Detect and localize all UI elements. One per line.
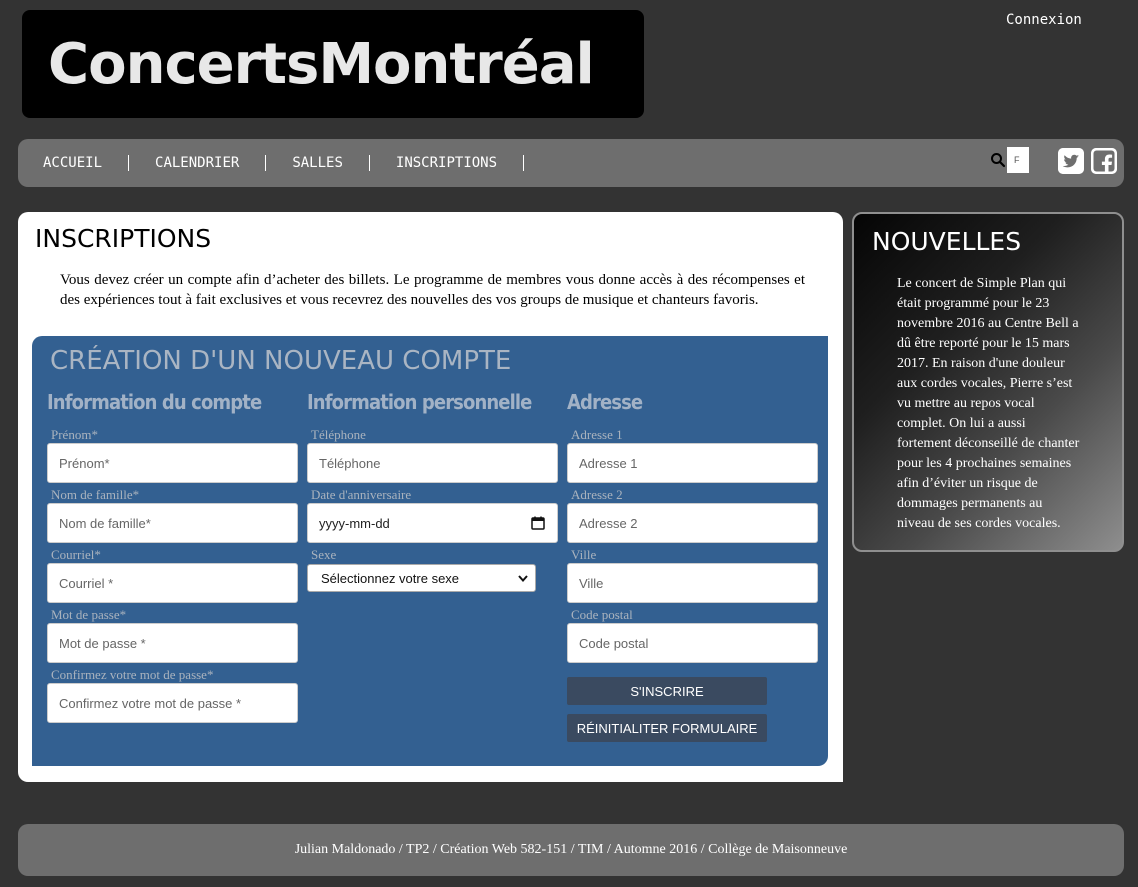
field-prenom: Prénom* — [47, 428, 299, 488]
field-label: Sexe — [311, 547, 337, 562]
nav-item-accueil[interactable]: ACCUEIL — [43, 155, 102, 171]
birthday-date-input[interactable]: yyyy-mm-dd — [307, 503, 558, 543]
search-icon[interactable] — [990, 152, 1006, 168]
footer-credits: Julian Maldonado / TP2 / Création Web 58… — [294, 842, 848, 857]
news-body: Le concert de Simple Plan qui était prog… — [897, 276, 1080, 531]
field-label: Code postal — [571, 607, 633, 622]
footer: Julian Maldonado / TP2 / Création Web 58… — [18, 824, 1124, 876]
telephone-input[interactable] — [307, 443, 558, 483]
field-label: Mot de passe* — [51, 607, 127, 622]
chevron-down-icon — [518, 575, 528, 583]
personal-info-column: Information personnelle Téléphone Date d… — [307, 388, 559, 608]
field-sexe: Sexe Sélectionnez votre sexe — [307, 548, 559, 608]
intro-paragraph: Vous devez créer un compte afin d’achete… — [60, 272, 805, 308]
address-column: Adresse Adresse 1 Adresse 2 Ville Code p… — [567, 388, 819, 742]
nav-menu: ACCUEIL CALENDRIER SALLES INSCRIPTIONS — [43, 139, 550, 187]
account-info-heading: Information du compte — [47, 390, 262, 414]
nom-famille-input[interactable] — [47, 503, 298, 543]
logo-text: ConcertsMontréal — [48, 32, 595, 97]
field-adresse-1: Adresse 1 — [567, 428, 819, 488]
field-code-postal: Code postal — [567, 608, 819, 668]
adresse-2-input[interactable] — [567, 503, 818, 543]
news-title: NOUVELLES — [872, 227, 1022, 256]
news-panel: NOUVELLES Le concert de Simple Plan qui … — [852, 212, 1124, 552]
search-input[interactable] — [1007, 147, 1029, 173]
mot-de-passe-input[interactable] — [47, 623, 298, 663]
registration-form: CRÉATION D'UN NOUVEAU COMPTE Information… — [32, 336, 828, 766]
adresse-1-input[interactable] — [567, 443, 818, 483]
field-mot-de-passe: Mot de passe* — [47, 608, 299, 668]
code-postal-input[interactable] — [567, 623, 818, 663]
nav-item-salles[interactable]: SALLES — [292, 155, 343, 171]
account-info-column: Information du compte Prénom* Nom de fam… — [47, 388, 299, 728]
field-label: Adresse 1 — [571, 427, 623, 442]
site-logo[interactable]: ConcertsMontréal — [22, 10, 644, 118]
field-confirm-password: Confirmez votre mot de passe* — [47, 668, 299, 728]
field-telephone: Téléphone — [307, 428, 559, 488]
nav-item-calendrier[interactable]: CALENDRIER — [155, 155, 239, 171]
nav-divider — [128, 155, 130, 171]
field-nom-famille: Nom de famille* — [47, 488, 299, 548]
submit-button[interactable]: S'INSCRIRE — [567, 677, 767, 705]
field-label: Nom de famille* — [51, 487, 140, 502]
field-label: Téléphone — [311, 427, 366, 442]
ville-input[interactable] — [567, 563, 818, 603]
main-navigation: ACCUEIL CALENDRIER SALLES INSCRIPTIONS — [18, 139, 1124, 187]
nav-item-inscriptions[interactable]: INSCRIPTIONS — [396, 155, 497, 171]
form-title: CRÉATION D'UN NOUVEAU COMPTE — [50, 346, 512, 376]
sexe-selected-value: Sélectionnez votre sexe — [321, 570, 460, 586]
date-value: yyyy-mm-dd — [319, 515, 390, 531]
page-title: INSCRIPTIONS — [35, 224, 212, 253]
main-content: INSCRIPTIONS Vous devez créer un compte … — [18, 212, 843, 782]
field-courriel: Courriel* — [47, 548, 299, 608]
courriel-input[interactable] — [47, 563, 298, 603]
nav-divider — [265, 155, 267, 171]
field-birthday: Date d'anniversaire yyyy-mm-dd — [307, 488, 559, 548]
field-label: Confirmez votre mot de passe* — [51, 667, 214, 682]
nav-divider — [523, 155, 525, 171]
twitter-icon[interactable] — [1058, 148, 1084, 174]
confirm-password-input[interactable] — [47, 683, 298, 723]
sexe-select[interactable]: Sélectionnez votre sexe — [307, 564, 536, 592]
field-label: Ville — [571, 547, 597, 562]
address-heading: Adresse — [567, 390, 643, 414]
field-label: Date d'anniversaire — [311, 487, 412, 502]
reset-button[interactable]: RÉINITIALITER FORMULAIRE — [567, 714, 767, 742]
calendar-icon[interactable] — [531, 516, 545, 530]
nav-divider — [368, 155, 370, 171]
prenom-input[interactable] — [47, 443, 298, 483]
field-label: Courriel* — [51, 547, 101, 562]
facebook-icon[interactable] — [1091, 148, 1117, 174]
field-label: Prénom* — [51, 427, 98, 442]
field-ville: Ville — [567, 548, 819, 608]
field-adresse-2: Adresse 2 — [567, 488, 819, 548]
field-label: Adresse 2 — [571, 487, 623, 502]
login-link[interactable]: Connexion — [1006, 12, 1082, 28]
personal-info-heading: Information personnelle — [307, 390, 532, 414]
